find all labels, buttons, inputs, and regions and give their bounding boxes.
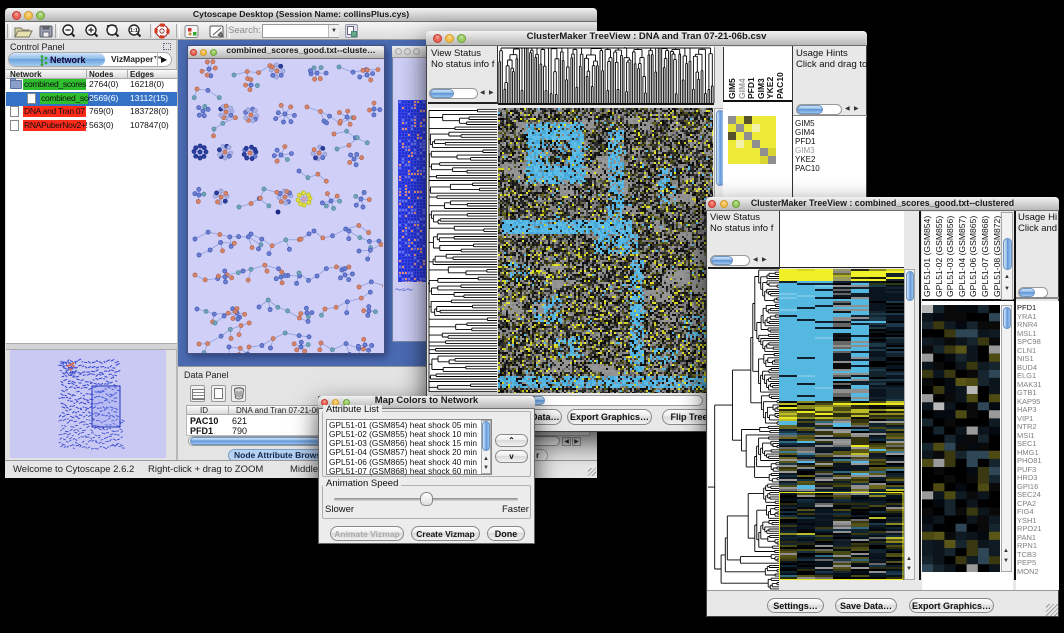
svg-text:1:1: 1:1 <box>130 28 138 34</box>
